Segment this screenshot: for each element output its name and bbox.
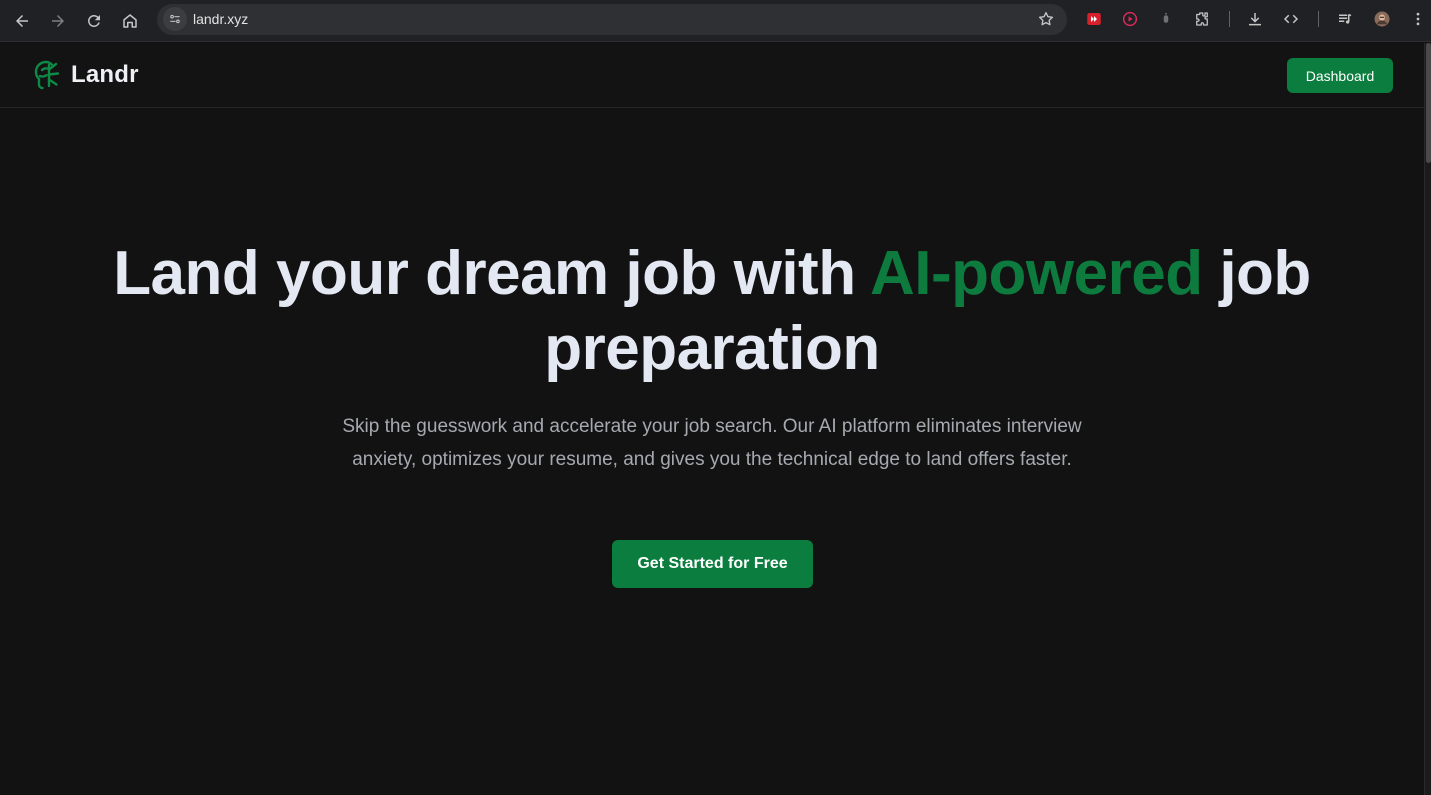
scrollbar-thumb[interactable] [1426,43,1431,163]
browser-menu-button[interactable] [1407,8,1429,30]
extension-red-button[interactable] [1083,8,1105,30]
back-icon [16,15,28,27]
hero-title-lead: Land your dream job with [113,239,870,308]
toolbar-separator [1229,11,1230,27]
hero-subtitle: Skip the guesswork and accelerate your j… [342,416,1082,470]
extension-gray-button[interactable] [1155,8,1177,30]
extension-play-button[interactable] [1119,8,1141,30]
code-icon [1283,14,1299,24]
dashboard-button[interactable]: Dashboard [1287,58,1393,93]
bookmark-star-icon[interactable] [1037,10,1055,28]
reload-icon [88,14,100,27]
site-info-button[interactable] [163,7,187,31]
puzzle-icon [1196,12,1208,26]
leaf-brain-logo-icon [34,60,60,90]
downloads-button[interactable] [1244,8,1266,30]
profile-button[interactable] [1371,8,1393,30]
hero-section: Land your dream job with AI-powered job … [0,108,1424,795]
forward-button[interactable] [44,7,72,35]
page-scrollbar[interactable] [1424,43,1431,795]
kebab-menu-icon [1416,12,1420,26]
brand-name: Landr [71,61,139,88]
hero-title: Land your dream job with AI-powered job … [112,236,1312,386]
toolbar-separator [1318,11,1319,27]
extension-gray-icon [1163,12,1169,23]
browser-toolbar: landr.xyz [0,0,1431,42]
url-text[interactable]: landr.xyz [193,11,248,27]
home-button[interactable] [116,7,144,35]
extensions-button[interactable] [1191,8,1213,30]
download-icon [1249,13,1261,26]
brand-home-link[interactable]: Landr [32,59,139,91]
back-button[interactable] [8,7,36,35]
reload-button[interactable] [80,7,108,35]
profile-avatar [1374,11,1390,27]
hero-title-accent: AI-powered [870,239,1203,308]
extension-red-icon [1087,13,1101,25]
devtools-button[interactable] [1280,8,1302,30]
address-bar[interactable]: landr.xyz [157,4,1067,35]
site-header: Landr Dashboard [0,43,1424,108]
media-button[interactable] [1334,8,1356,30]
extension-play-icon [1122,11,1138,27]
site-info-icon [170,14,180,24]
media-icon [1339,13,1352,24]
get-started-button[interactable]: Get Started for Free [612,540,813,588]
forward-icon [52,15,64,27]
home-icon [123,14,137,28]
